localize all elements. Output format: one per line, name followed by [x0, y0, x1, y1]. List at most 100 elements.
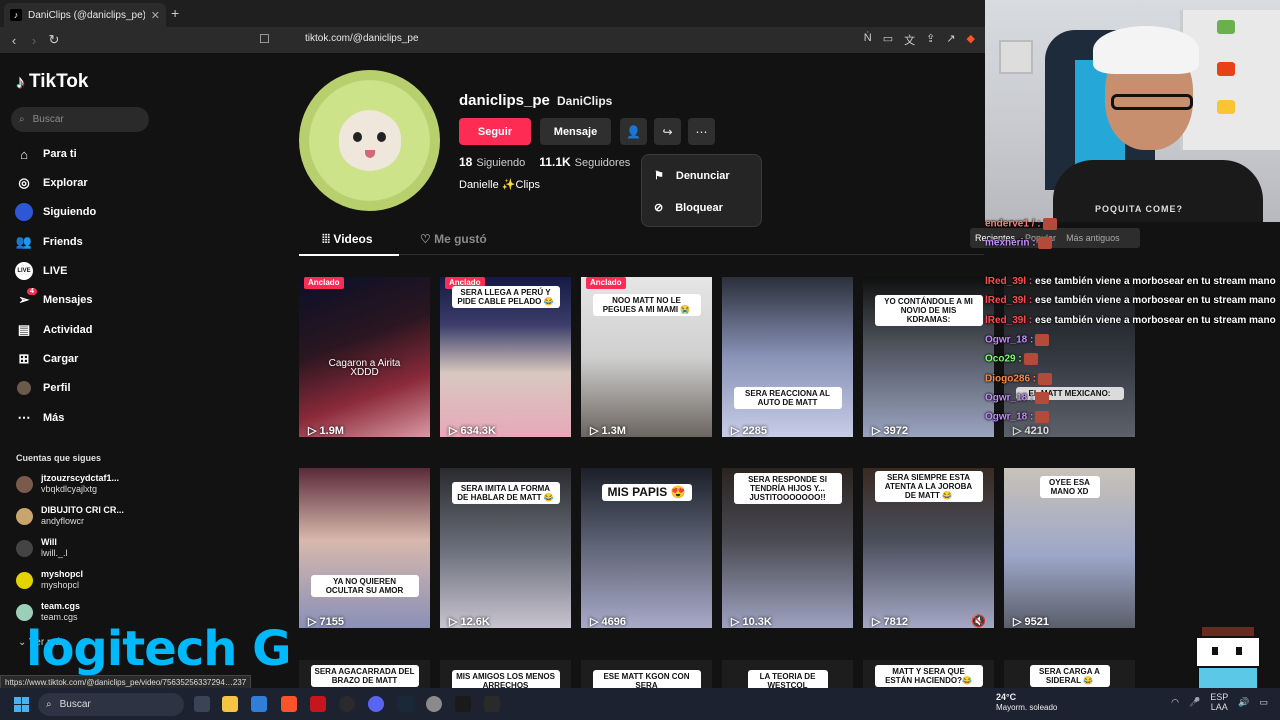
sidebar-item-siguiendo[interactable]: Siguiendo: [15, 201, 96, 223]
muted-icon[interactable]: 🔇: [971, 614, 986, 628]
sidebar-item-mas[interactable]: ⋯ Más: [15, 407, 65, 429]
video-card[interactable]: Anclado NOO MATT NO LE PEGUES A MI MAMI …: [581, 277, 712, 437]
url-field[interactable]: tiktok.com/@daniclips_pe: [305, 33, 419, 44]
store-icon[interactable]: [251, 696, 267, 712]
pinned-badge: Anclado: [304, 277, 344, 289]
message-button[interactable]: Mensaje: [540, 118, 611, 145]
sidebar-item-para-ti[interactable]: ⌂ Para ti: [15, 143, 77, 165]
video-card[interactable]: LA TEORIA DE WESTCOL: [722, 660, 853, 688]
language-indicator[interactable]: ESP LAA: [1210, 692, 1228, 712]
wifi-icon[interactable]: ◠: [1171, 697, 1179, 708]
video-caption: SERA LLEGA A PERÚ Y PIDE CABLE PELADO 😂: [451, 286, 560, 308]
sidebar-item-label: Más: [43, 412, 65, 424]
video-card[interactable]: SERA AGACARRADA DEL BRAZO DE MATT: [299, 660, 430, 688]
video-card[interactable]: SERA SIEMPRE ESTA ATENTA A LA JOROBA DE …: [863, 468, 994, 628]
video-card[interactable]: SERA CARGA A SIDERAL 😂: [1004, 660, 1135, 688]
sidebar-item-label: Para ti: [43, 148, 77, 160]
video-card[interactable]: MIS AMIGOS LOS MENOS ARRECHOS: [440, 660, 571, 688]
forward-icon[interactable]: ›: [24, 33, 44, 48]
brave-icon[interactable]: [281, 696, 297, 712]
followed-account[interactable]: jtzouzrscydctaf1... vbqkdlcyajlxtg: [16, 473, 156, 495]
view-count-value: 2285: [742, 425, 767, 437]
follow-button[interactable]: Seguir: [459, 118, 531, 145]
account-username: myshopcl: [41, 580, 80, 590]
app-icon[interactable]: [455, 696, 471, 712]
toy: [1217, 100, 1235, 114]
app-icon[interactable]: [339, 696, 355, 712]
tab-liked[interactable]: ♡ Me gustó: [420, 232, 487, 246]
view-count: ▷ 1.3M: [590, 425, 626, 437]
share-icon[interactable]: ↗: [946, 32, 955, 48]
video-card[interactable]: MATT Y SERA QUE ESTÁN HACIENDO?😂: [863, 660, 994, 688]
activity-icon: ▤: [17, 322, 31, 337]
battery-icon[interactable]: ▭: [1259, 697, 1268, 708]
file-explorer-icon[interactable]: [222, 696, 238, 712]
mic-icon[interactable]: 🎤: [1189, 697, 1200, 708]
tiktok-logo[interactable]: ♪ TikTok: [16, 71, 88, 93]
sidebar-item-explorar[interactable]: ◎ Explorar: [15, 172, 87, 194]
account-username: lwill._.l: [41, 548, 68, 558]
sidebar-item-mensajes[interactable]: ➢ 4 Mensajes: [15, 288, 93, 311]
sidebar-item-actividad[interactable]: ▤ Actividad: [15, 319, 93, 341]
followers-stat[interactable]: 11.1K Seguidores: [539, 155, 630, 169]
sidebar-item-cargar[interactable]: ⊞ Cargar: [15, 348, 79, 370]
app-icon[interactable]: [310, 696, 326, 712]
video-caption: ESE MATT KGON CON SERA: [592, 670, 701, 688]
reader-icon[interactable]: Ṅ: [864, 32, 872, 48]
followed-account[interactable]: DIBUJITO CRI CR... andyflowcr: [16, 505, 156, 527]
translate-icon[interactable]: 文: [904, 32, 915, 48]
video-card[interactable]: SERA IMITA LA FORMA DE HABLAR DE MATT 😂 …: [440, 468, 571, 628]
browser-tab[interactable]: ♪ DaniClips (@daniclips_pe) | TikTo ✕: [4, 3, 166, 27]
more-options-button[interactable]: ⋯: [688, 118, 715, 145]
tab-videos[interactable]: ⦙⦙⦙ Videos: [299, 232, 399, 256]
task-view-icon[interactable]: [194, 696, 210, 712]
new-tab-icon[interactable]: +: [171, 5, 179, 21]
brave-shield-icon[interactable]: ◆: [967, 32, 975, 48]
screen-icon[interactable]: ▭: [883, 32, 893, 48]
report-option[interactable]: ⚑ Denunciar: [654, 169, 730, 183]
tab-liked-label: Me gustó: [434, 232, 487, 246]
share-button[interactable]: ↪: [654, 118, 681, 145]
back-icon[interactable]: ‹: [4, 33, 24, 48]
chat-message: mexnerin :: [985, 237, 1052, 249]
video-card[interactable]: Anclado Cagaron a Airita XDDD ▷ 1.9M: [299, 277, 430, 437]
add-friend-button[interactable]: 👤: [620, 118, 647, 145]
close-tab-icon[interactable]: ✕: [151, 9, 160, 22]
search-input[interactable]: ⌕ Buscar: [11, 107, 149, 132]
glasses: [1111, 94, 1193, 110]
following-stat[interactable]: 18 Siguiendo: [459, 155, 525, 169]
following-accounts-title: Cuentas que sigues: [16, 453, 102, 463]
followed-account[interactable]: Will lwill._.l: [16, 537, 156, 559]
video-card[interactable]: YA NO QUIEREN OCULTAR SU AMOR ▷ 7155: [299, 468, 430, 628]
video-caption: YA NO QUIEREN OCULTAR SU AMOR: [310, 575, 419, 597]
weather-widget[interactable]: 24°C Mayorm. soleado: [996, 692, 1057, 713]
windows-start-icon[interactable]: [14, 697, 29, 712]
video-card[interactable]: ESE MATT KGON CON SERA: [581, 660, 712, 688]
logitech-ghub-icon[interactable]: [484, 696, 500, 712]
followed-account[interactable]: team.cgs team.cgs: [16, 601, 156, 623]
sidebar-item-live[interactable]: LIVE LIVE: [15, 260, 67, 282]
settings-icon[interactable]: [426, 696, 442, 712]
video-card[interactable]: YO CONTÁNDOLE A MI NOVIO DE MIS KDRAMAS:…: [863, 277, 994, 437]
heart-icon: ♡: [420, 232, 435, 246]
view-count-value: 4696: [601, 616, 626, 628]
sidebar-item-perfil[interactable]: Perfil: [15, 377, 71, 399]
speaker-icon[interactable]: 🔊: [1238, 697, 1249, 708]
video-card[interactable]: SERA RESPONDE SI TENDRÍA HIJOS Y... JUST…: [722, 468, 853, 628]
discord-icon[interactable]: [368, 696, 384, 712]
followed-account[interactable]: myshopcl myshopcl: [16, 569, 156, 591]
bookmark-icon[interactable]: ☐: [259, 32, 270, 46]
home-icon: ⌂: [20, 146, 28, 162]
taskbar-search[interactable]: ⌕ Buscar: [38, 693, 184, 716]
video-card[interactable]: Anclado SERA LLEGA A PERÚ Y PIDE CABLE P…: [440, 277, 571, 437]
block-option[interactable]: ⊘ Bloquear: [654, 201, 723, 215]
sidebar-item-label: Mensajes: [43, 294, 93, 306]
video-card[interactable]: OYEE ESA MANO XD ▷ 9521: [1004, 468, 1135, 628]
cast-icon[interactable]: ⇪: [926, 32, 935, 48]
reload-icon[interactable]: ↻: [44, 32, 64, 48]
video-card[interactable]: MIS PAPIS 😍 ▷ 4696: [581, 468, 712, 628]
sidebar-item-friends[interactable]: 👥 Friends: [15, 231, 83, 253]
steam-icon[interactable]: [397, 696, 413, 712]
video-card[interactable]: SERA REACCIONA AL AUTO DE MATT ▷ 2285: [722, 277, 853, 437]
view-count-value: 12.6K: [460, 616, 490, 628]
